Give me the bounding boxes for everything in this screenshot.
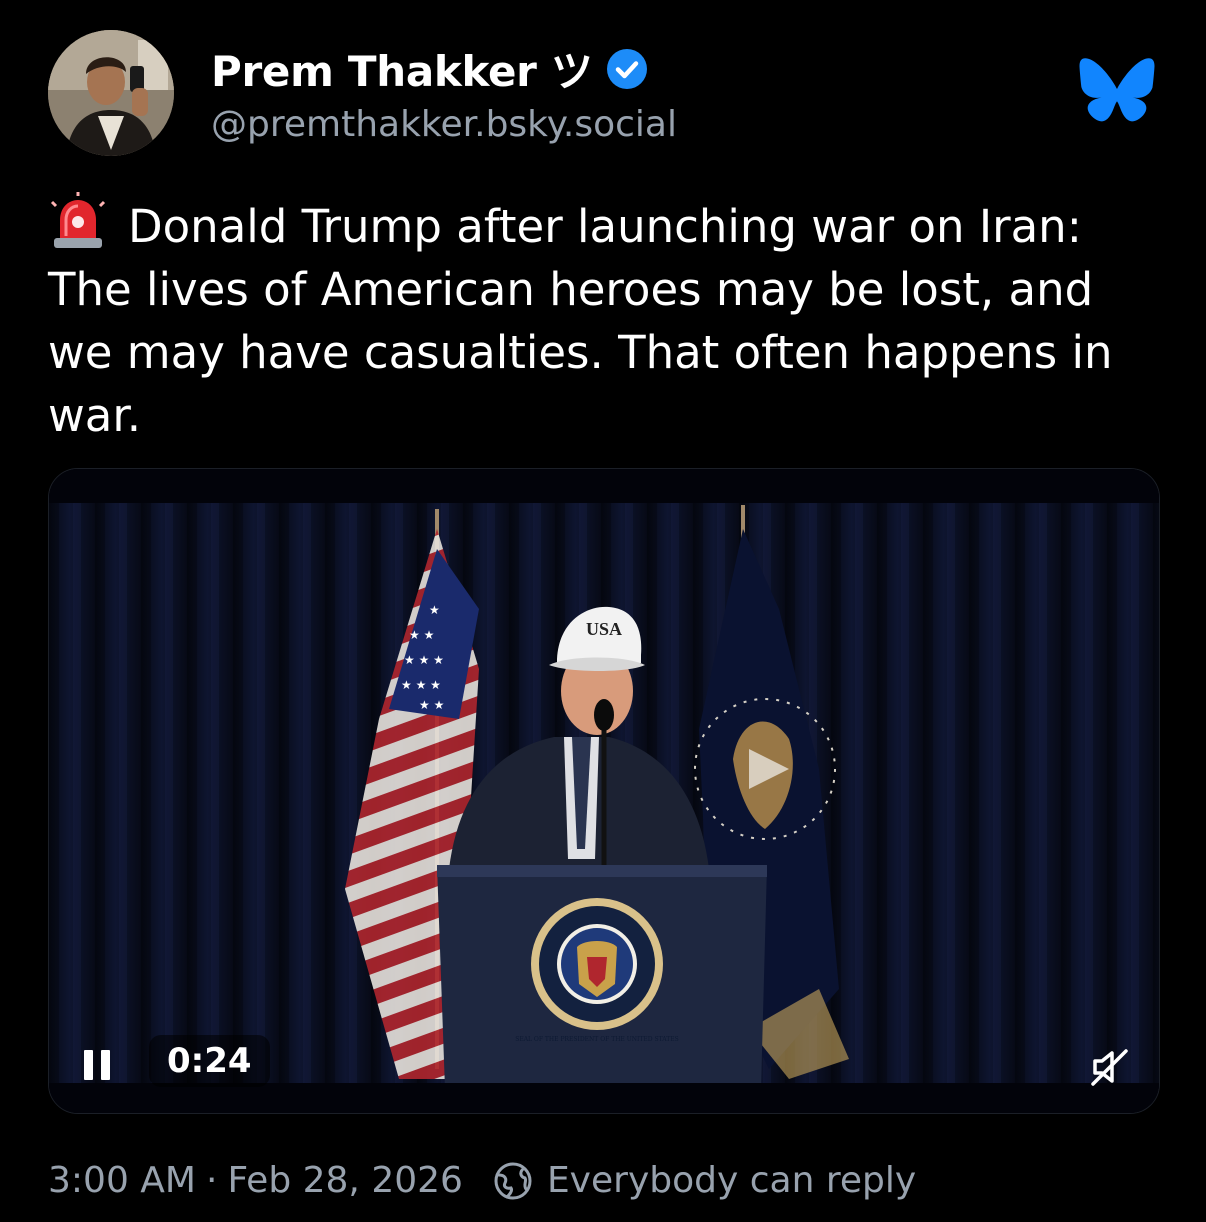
video-player[interactable]: ★ ★ ★ ★ ★ ★ ★ ★ ★ ★ ★ USA SEAL OF THE PRESI… xyxy=(48,468,1160,1114)
svg-text:★ ★: ★ ★ xyxy=(409,628,434,642)
verified-badge-icon xyxy=(606,48,647,89)
video-frame: ★ ★ ★ ★ ★ ★ ★ ★ ★ ★ ★ USA SEAL OF THE PRESI… xyxy=(49,469,1159,1113)
pause-icon xyxy=(84,1050,93,1080)
globe-icon xyxy=(494,1162,532,1199)
seal-text: SEAL OF THE PRESIDENT OF THE UNITED STAT… xyxy=(515,1036,679,1043)
video-time: 0:24 xyxy=(149,1035,270,1087)
bluesky-butterfly-icon[interactable] xyxy=(1079,58,1155,124)
post-time: 3:00 AM xyxy=(48,1160,196,1201)
author-handle[interactable]: @premthakker.bsky.social xyxy=(211,104,677,145)
reply-setting[interactable]: Everybody can reply xyxy=(547,1160,916,1201)
post-footer: 3:00 AM · Feb 28, 2026 Everybody can rep… xyxy=(48,1160,916,1201)
police-siren-icon xyxy=(50,192,106,248)
footer-separator: · xyxy=(205,1160,218,1201)
profile-photo xyxy=(48,30,174,156)
svg-text:★ ★ ★: ★ ★ ★ xyxy=(401,678,441,692)
svg-text:★ ★: ★ ★ xyxy=(419,698,444,712)
author-display-name[interactable]: Prem Thakker ツ xyxy=(211,38,593,99)
post-text: Donald Trump after launching war on Iran… xyxy=(48,200,1113,442)
pause-icon-bar xyxy=(101,1050,110,1080)
svg-text:★ ★ ★: ★ ★ ★ xyxy=(404,653,444,667)
svg-text:★: ★ xyxy=(429,603,440,617)
avatar[interactable] xyxy=(48,30,174,156)
post-date: Feb 28, 2026 xyxy=(227,1160,463,1201)
muted-speaker-icon[interactable] xyxy=(1087,1045,1131,1089)
author-name-row[interactable]: Prem Thakker ツ xyxy=(211,38,649,99)
cap-text: USA xyxy=(586,619,622,639)
post-text-block: Donald Trump after launching war on Iran… xyxy=(48,192,1148,447)
pause-button[interactable] xyxy=(77,1041,117,1089)
